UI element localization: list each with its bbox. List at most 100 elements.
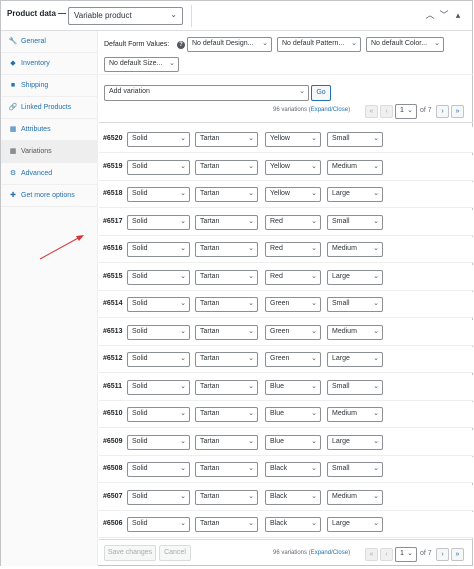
sidebar-item-inventory[interactable]: ◆ Inventory [1,53,97,75]
variation-size-select[interactable]: Large ⌄ [327,187,383,202]
variation-color-select[interactable]: Black ⌄ [265,517,321,532]
variation-pattern-select[interactable]: Tartan ⌄ [195,462,258,477]
product-type-select[interactable]: Variable product ⌄ [68,7,183,25]
variation-size-select[interactable]: Medium ⌄ [327,324,383,340]
variation-pattern-select[interactable]: Tartan ⌄ [195,434,258,450]
variation-color-select[interactable]: Blue ⌄ [265,379,321,395]
variation-pattern-select[interactable]: Tartan ⌄ [195,407,258,422]
cancel-button[interactable]: Cancel [159,545,191,561]
variation-size-select[interactable]: Large ⌄ [327,269,383,285]
variation-color-select[interactable]: Blue ⌄ [265,407,321,422]
variation-pattern-select[interactable]: Tartan ⌄ [195,187,258,202]
variation-pattern-select[interactable]: Tartan ⌄ [195,159,258,175]
go-button[interactable]: Go [311,85,331,101]
variation-row[interactable]: #6516 Solid ⌄ Tartan ⌄ Red ⌄ Medium ⌄ [99,237,473,263]
variation-color-select[interactable]: Black ⌄ [265,462,321,477]
variation-action-select[interactable]: Add variation ⌄ [104,85,309,101]
variation-pattern-select[interactable]: Tartan ⌄ [195,132,258,147]
variation-pattern-select[interactable]: Tartan ⌄ [195,352,258,367]
default-size-select[interactable]: No default Size... ⌄ [104,57,179,72]
variation-design-select[interactable]: Solid ⌄ [127,407,190,422]
expand-link[interactable]: Expand [311,107,331,113]
variation-color-select[interactable]: Green ⌄ [265,297,321,312]
variation-row[interactable]: #6517 Solid ⌄ Tartan ⌄ Red ⌄ Small ⌄ [99,209,473,236]
sidebar-item-variations[interactable]: ▦ Variations [1,141,97,163]
variation-pattern-select[interactable]: Tartan ⌄ [195,517,258,532]
close-link[interactable]: Close [333,107,348,113]
variation-color-select[interactable]: Red ⌄ [265,214,321,230]
sidebar-item-advanced[interactable]: ⚙ Advanced [1,163,97,185]
variation-size-select[interactable]: Small ⌄ [327,297,383,312]
variation-color-select[interactable]: Yellow ⌄ [265,159,321,175]
variation-design-select[interactable]: Solid ⌄ [127,159,190,175]
variation-pattern-select[interactable]: Tartan ⌄ [195,269,258,285]
variation-size-select[interactable]: Medium ⌄ [327,407,383,422]
variation-row[interactable]: #6506 Solid ⌄ Tartan ⌄ Black ⌄ Large ⌄ [99,512,473,538]
variation-row[interactable]: #6515 Solid ⌄ Tartan ⌄ Red ⌄ Large ⌄ [99,264,473,291]
variation-row[interactable]: #6514 Solid ⌄ Tartan ⌄ Green ⌄ Small ⌄ [99,292,473,318]
variation-row[interactable]: #6508 Solid ⌄ Tartan ⌄ Black ⌄ Small ⌄ [99,457,473,483]
default-pattern-select[interactable]: No default Pattern... ⌄ [277,37,361,52]
variation-design-select[interactable]: Solid ⌄ [127,434,190,450]
variation-design-select[interactable]: Solid ⌄ [127,132,190,147]
variation-pattern-select[interactable]: Tartan ⌄ [195,297,258,312]
sidebar-item-get-more-options[interactable]: ✚ Get more options [1,185,97,207]
variation-size-select[interactable]: Small ⌄ [327,379,383,395]
variation-row[interactable]: #6511 Solid ⌄ Tartan ⌄ Blue ⌄ Small ⌄ [99,374,473,401]
sidebar-item-general[interactable]: 🔧 General [1,31,97,53]
variation-row[interactable]: #6519 Solid ⌄ Tartan ⌄ Yellow ⌄ Medium ⌄ [99,154,473,181]
variation-design-select[interactable]: Solid ⌄ [127,187,190,202]
variation-row[interactable]: #6518 Solid ⌄ Tartan ⌄ Yellow ⌄ Large ⌄ [99,182,473,208]
variation-color-select[interactable]: Green ⌄ [265,352,321,367]
move-up-icon[interactable]: ︿ [424,9,436,21]
variation-size-select[interactable]: Small ⌄ [327,462,383,477]
variation-pattern-select[interactable]: Tartan ⌄ [195,242,258,257]
variation-size-select[interactable]: Medium ⌄ [327,489,383,505]
variation-color-select[interactable]: Green ⌄ [265,324,321,340]
variation-row[interactable]: #6510 Solid ⌄ Tartan ⌄ Blue ⌄ Medium ⌄ [99,402,473,428]
variation-design-select[interactable]: Solid ⌄ [127,379,190,395]
last-page-button[interactable]: » [451,548,464,561]
move-down-icon[interactable]: ﹀ [438,9,450,21]
variation-row[interactable]: #6509 Solid ⌄ Tartan ⌄ Blue ⌄ Large ⌄ [99,429,473,456]
close-link[interactable]: Close [333,550,348,556]
variation-design-select[interactable]: Solid ⌄ [127,462,190,477]
variation-color-select[interactable]: Yellow ⌄ [265,132,321,147]
variation-row[interactable]: #6520 Solid ⌄ Tartan ⌄ Yellow ⌄ Small ⌄ [99,127,473,153]
variation-size-select[interactable]: Medium ⌄ [327,242,383,257]
help-icon[interactable]: ? [177,41,185,49]
next-page-button[interactable]: › [436,548,449,561]
variation-design-select[interactable]: Solid ⌄ [127,489,190,505]
variation-pattern-select[interactable]: Tartan ⌄ [195,214,258,230]
variation-color-select[interactable]: Red ⌄ [265,242,321,257]
variation-design-select[interactable]: Solid ⌄ [127,297,190,312]
variation-pattern-select[interactable]: Tartan ⌄ [195,379,258,395]
variation-design-select[interactable]: Solid ⌄ [127,517,190,532]
expand-link[interactable]: Expand [311,550,331,556]
default-color-select[interactable]: No default Color... ⌄ [366,37,444,52]
save-changes-button[interactable]: Save changes [104,545,156,561]
sidebar-item-attributes[interactable]: ▦ Attributes [1,119,97,141]
next-page-button[interactable]: › [436,105,449,118]
variation-size-select[interactable]: Small ⌄ [327,132,383,147]
variation-row[interactable]: #6507 Solid ⌄ Tartan ⌄ Black ⌄ Medium ⌄ [99,484,473,511]
variation-size-select[interactable]: Large ⌄ [327,517,383,532]
variation-row[interactable]: #6512 Solid ⌄ Tartan ⌄ Green ⌄ Large ⌄ [99,347,473,373]
variation-color-select[interactable]: Black ⌄ [265,489,321,505]
default-design-select[interactable]: No default Design... ⌄ [187,37,272,52]
variation-size-select[interactable]: Large ⌄ [327,434,383,450]
variation-design-select[interactable]: Solid ⌄ [127,214,190,230]
variation-design-select[interactable]: Solid ⌄ [127,242,190,257]
variation-pattern-select[interactable]: Tartan ⌄ [195,489,258,505]
variation-color-select[interactable]: Red ⌄ [265,269,321,285]
variation-color-select[interactable]: Blue ⌄ [265,434,321,450]
variation-size-select[interactable]: Medium ⌄ [327,159,383,175]
variation-design-select[interactable]: Solid ⌄ [127,269,190,285]
sidebar-item-linked-products[interactable]: 🔗 Linked Products [1,97,97,119]
variation-design-select[interactable]: Solid ⌄ [127,352,190,367]
variation-row[interactable]: #6513 Solid ⌄ Tartan ⌄ Green ⌄ Medium ⌄ [99,319,473,346]
last-page-button[interactable]: » [451,105,464,118]
sidebar-item-shipping[interactable]: ■ Shipping [1,75,97,97]
variation-size-select[interactable]: Small ⌄ [327,214,383,230]
page-select[interactable]: 1 ⌄ [395,104,417,119]
